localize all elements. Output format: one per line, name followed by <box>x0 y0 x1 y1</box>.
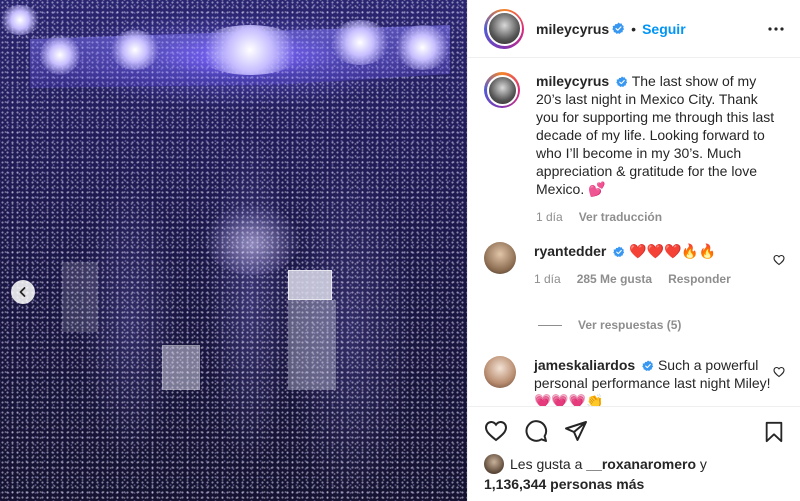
likes-prefix: Les gusta a <box>510 456 583 472</box>
comment-username[interactable]: ryantedder <box>534 243 606 259</box>
caption-time[interactable]: 1 día <box>536 208 563 226</box>
previous-photo-button[interactable] <box>11 280 35 304</box>
avatar-image <box>486 74 518 106</box>
post-photo[interactable] <box>0 0 467 501</box>
verified-icon <box>616 76 628 87</box>
bookmark-icon[interactable] <box>763 421 785 443</box>
comment-avatar[interactable] <box>484 356 516 388</box>
separator-dot: • <box>631 20 637 37</box>
caption-avatar[interactable] <box>484 72 520 108</box>
verified-icon <box>612 22 625 34</box>
verified-icon <box>642 360 654 371</box>
camera-tower <box>288 270 332 300</box>
post-header: mileycyrus • Seguir <box>468 0 800 58</box>
comments-section[interactable]: mileycyrus The last show of my 20’s last… <box>468 58 800 406</box>
replies-line <box>538 324 562 326</box>
likes-suffix: y <box>699 456 707 472</box>
caption-body: mileycyrus The last show of my 20’s last… <box>536 72 781 226</box>
follow-button[interactable]: Seguir <box>642 21 686 37</box>
comment-item: ryantedder ❤️❤️❤️🔥🔥 1 día 285 Me gusta R… <box>484 242 784 288</box>
translate-button[interactable]: Ver traducción <box>579 208 662 226</box>
comment-item: jameskaliardos Such a powerful personal … <box>484 356 784 406</box>
comment-text: ❤️❤️❤️🔥🔥 <box>629 243 717 259</box>
stage-light <box>40 35 80 75</box>
liker-username[interactable]: __roxanaromero <box>586 456 696 472</box>
action-bar <box>468 406 800 454</box>
liker-avatar[interactable] <box>484 454 504 474</box>
view-replies-button[interactable]: Ver respuestas (5) <box>538 318 681 332</box>
stage-light <box>110 30 160 70</box>
caption-username[interactable]: mileycyrus <box>536 73 609 89</box>
instagram-post: mileycyrus • Seguir mileycyrus The last … <box>0 0 800 501</box>
share-icon[interactable] <box>564 419 588 443</box>
camera-tower-base <box>288 300 336 390</box>
stage-light <box>0 5 40 35</box>
heart-icon[interactable] <box>773 366 785 378</box>
comment-avatar[interactable] <box>484 242 516 274</box>
comment-time[interactable]: 1 día <box>534 270 561 288</box>
caption-text: The last show of my 20’s last night in M… <box>536 73 775 197</box>
verified-icon <box>613 246 625 257</box>
comment-meta: 1 día 285 Me gusta Responder <box>534 270 779 288</box>
caption-meta: 1 día Ver traducción <box>536 208 781 226</box>
speaker-tower <box>62 262 98 332</box>
view-replies-label: Ver respuestas (5) <box>578 318 682 332</box>
header-username[interactable]: mileycyrus <box>536 21 609 37</box>
chevron-left-icon <box>19 287 26 297</box>
caption: mileycyrus The last show of my 20’s last… <box>484 72 784 226</box>
comment-likes[interactable]: 285 Me gusta <box>577 270 652 288</box>
likes-summary: Les gusta a __roxanaromero y 1,136,344 p… <box>484 454 794 494</box>
comment-icon[interactable] <box>524 419 548 443</box>
post-panel: mileycyrus • Seguir mileycyrus The last … <box>467 0 800 501</box>
comment-body: ryantedder ❤️❤️❤️🔥🔥 1 día 285 Me gusta R… <box>534 242 779 288</box>
smoke-plume <box>205 205 300 275</box>
comment-body: jameskaliardos Such a powerful personal … <box>534 356 779 406</box>
stage-light <box>330 20 390 65</box>
sound-booth <box>162 345 200 390</box>
reply-button[interactable]: Responder <box>668 270 731 288</box>
heart-icon[interactable] <box>484 419 508 443</box>
stage-light <box>395 25 450 70</box>
likes-count[interactable]: 1,136,344 personas más <box>484 476 644 492</box>
avatar[interactable] <box>484 8 524 49</box>
comment-username[interactable]: jameskaliardos <box>534 357 635 373</box>
stage-light <box>195 25 305 75</box>
heart-icon[interactable] <box>773 254 785 266</box>
avatar-image <box>486 11 522 46</box>
more-icon[interactable] <box>767 20 785 38</box>
